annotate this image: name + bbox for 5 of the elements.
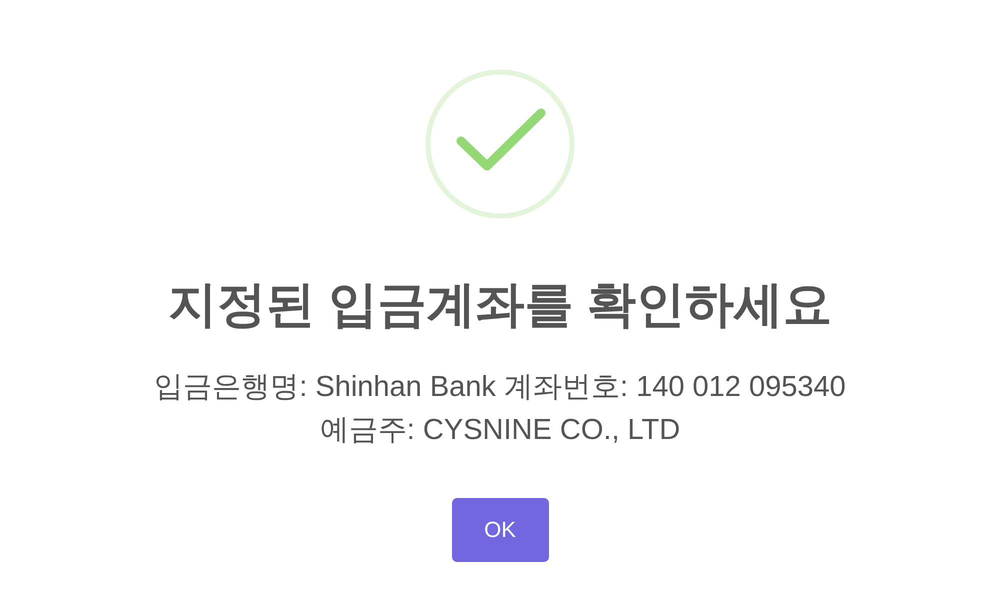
ok-button[interactable]: OK: [452, 498, 548, 562]
check-circle-icon: [425, 69, 575, 219]
account-info-text: 입금은행명: Shinhan Bank 계좌번호: 140 012 095340: [154, 370, 846, 405]
dialog-title: 지정된 입금계좌를 확인하세요: [168, 277, 832, 333]
account-info-text: 예금주: CYSNINE CO., LTD: [320, 413, 680, 448]
